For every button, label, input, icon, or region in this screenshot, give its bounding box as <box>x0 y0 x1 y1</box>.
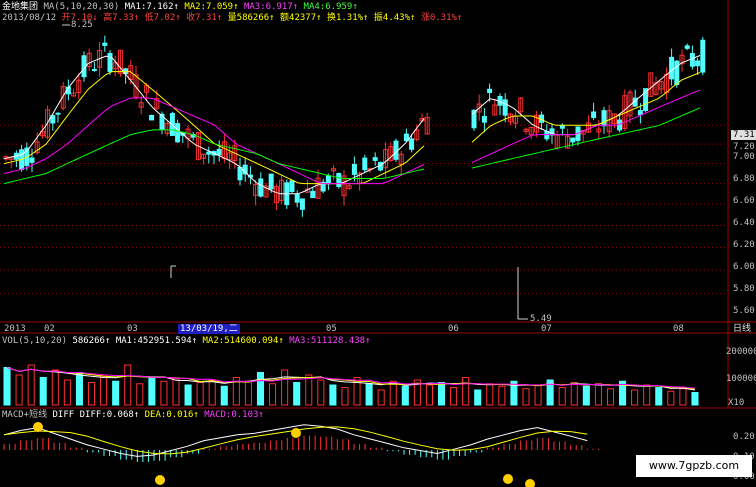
smiley-icon <box>291 428 301 438</box>
smiley-icon <box>155 475 165 485</box>
smiley-icon <box>33 422 43 432</box>
watermark: www.7gpzb.com <box>636 455 752 477</box>
smiley-icon <box>503 474 513 484</box>
signal-markers <box>33 422 535 487</box>
smiley-icon <box>525 479 535 487</box>
